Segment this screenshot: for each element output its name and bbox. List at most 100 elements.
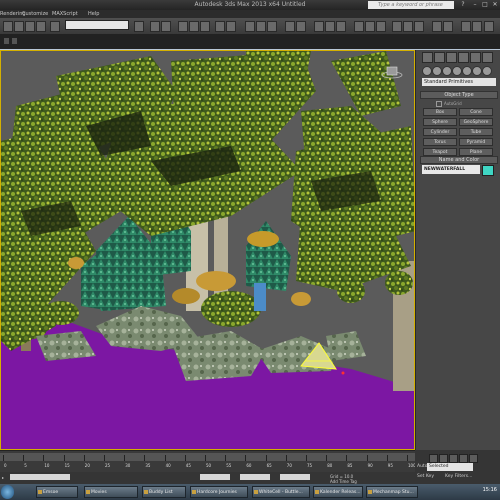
tool-button[interactable] [256,21,266,32]
timeline[interactable]: 0 5 10 15 20 25 30 35 40 45 50 55 60 65 70 75 80 85 90 95 10… [0,450,416,473]
selection-filter-dropdown[interactable]: Selected [427,463,473,471]
tool-button[interactable] [314,21,324,32]
torus-button[interactable]: Torus [423,138,457,146]
object-name-field[interactable]: NEWWATERFALL [422,165,480,174]
tool-button[interactable] [365,21,375,32]
geometry-icon[interactable] [422,66,432,76]
tool-button[interactable] [226,21,236,32]
tool-button[interactable] [285,21,295,32]
cylinder-button[interactable]: Cylinder [423,128,457,136]
x-coordinate-field[interactable] [200,474,230,480]
taskbar-item[interactable]: Hardcore Journies [190,486,248,498]
helpers-icon[interactable] [462,66,472,76]
play-icon[interactable] [449,454,458,463]
box-button[interactable]: Box [423,108,457,116]
chat-icon [144,490,148,494]
geosphere-button[interactable]: GeoSphere [459,118,493,126]
minimize-icon[interactable]: – [470,1,480,9]
lights-icon[interactable] [442,66,452,76]
systems-icon[interactable] [482,66,492,76]
tool-button[interactable] [461,21,471,32]
next-frame-icon[interactable] [459,454,468,463]
create-tab-icon[interactable] [422,52,433,63]
go-to-start-icon[interactable] [429,454,438,463]
spacewarps-icon[interactable] [472,66,482,76]
y-coordinate-field[interactable] [240,474,270,480]
folder-icon [86,490,90,494]
tool-button[interactable] [200,21,210,32]
tool-button[interactable] [354,21,364,32]
viewcube-icon[interactable] [381,65,403,79]
taskbar-item[interactable]: Mechanmap Stu... [366,486,418,498]
tool-button[interactable] [14,21,24,32]
taskbar-item[interactable]: Movies [84,486,138,498]
maximize-icon[interactable]: □ [480,1,490,9]
tool-button[interactable] [267,21,277,32]
taskbar-item[interactable]: WhiteCell - Buttle... [252,486,310,498]
named-selection-set[interactable] [65,20,129,30]
tool-button[interactable] [150,21,160,32]
ribbon-handle-icon[interactable] [4,38,9,44]
tool-button[interactable] [376,21,386,32]
motion-tab-icon[interactable] [458,52,469,63]
tool-button[interactable] [215,21,225,32]
tool-button[interactable] [296,21,306,32]
menu-customize[interactable]: Customize [22,10,48,18]
tool-button[interactable] [189,21,199,32]
timeline-tick [144,455,146,461]
pyramid-button[interactable]: Pyramid [459,138,493,146]
taskbar-item[interactable]: Buddy List [142,486,186,498]
go-to-end-icon[interactable] [469,454,478,463]
tool-button[interactable] [50,21,60,32]
taskbar-item[interactable]: Kalender Releas... [313,486,363,498]
primitive-type-dropdown[interactable]: Standard Primitives [422,78,496,86]
menu-maxscript[interactable]: MAXScript [52,10,78,18]
modify-tab-icon[interactable] [434,52,445,63]
shapes-icon[interactable] [432,66,442,76]
cameras-icon[interactable] [452,66,462,76]
tool-button[interactable] [245,21,255,32]
sphere-button[interactable]: Sphere [423,118,457,126]
plane-button[interactable]: Plane [459,148,493,156]
object-type-rollout[interactable]: Object Type [420,91,498,99]
previous-frame-icon[interactable] [439,454,448,463]
utilities-tab-icon[interactable] [482,52,493,63]
close-icon[interactable]: ✕ [490,1,500,9]
tool-button[interactable] [336,21,346,32]
tool-button[interactable] [325,21,335,32]
teapot-button[interactable]: Teapot [423,148,457,156]
perspective-viewport[interactable] [0,50,415,450]
tool-button[interactable] [134,21,144,32]
tool-button[interactable] [161,21,171,32]
tool-button[interactable] [432,21,442,32]
tool-button[interactable] [3,21,13,32]
autogrid-checkbox[interactable]: AutoGrid [436,101,462,107]
tool-button[interactable] [25,21,35,32]
name-color-rollout[interactable]: Name and Color [420,156,498,164]
tool-button[interactable] [403,21,413,32]
tool-button[interactable] [414,21,424,32]
search-input[interactable]: Type a keyword or phrase [368,1,454,9]
tool-button[interactable] [178,21,188,32]
help-icon[interactable]: ? [458,1,468,9]
cone-button[interactable]: Cone [459,108,493,116]
ribbon-handle-icon[interactable] [12,38,17,44]
tube-button[interactable]: Tube [459,128,493,136]
menu-help[interactable]: Help [88,10,99,18]
maxscript-listener-icon[interactable]: ▸ [2,475,4,480]
start-button-icon[interactable] [1,485,14,499]
tool-button[interactable] [472,21,482,32]
tool-button[interactable] [392,21,402,32]
z-coordinate-field[interactable] [280,474,310,480]
set-key-button[interactable]: Set Key [417,474,434,479]
tool-button[interactable] [36,21,46,32]
tool-button[interactable] [443,21,453,32]
display-tab-icon[interactable] [470,52,481,63]
maxscript-mini-listener[interactable] [10,474,70,480]
key-filters-button[interactable]: Key Filters... [445,474,472,479]
tool-button[interactable] [484,21,494,32]
object-color-swatch[interactable] [482,165,494,176]
taskbar-item[interactable]: Emsoe [36,486,78,498]
time-ruler[interactable]: 0 5 10 15 20 25 30 35 40 45 50 55 60 65 70 75 80 85 90 95 10… [0,453,416,468]
hierarchy-tab-icon[interactable] [446,52,457,63]
